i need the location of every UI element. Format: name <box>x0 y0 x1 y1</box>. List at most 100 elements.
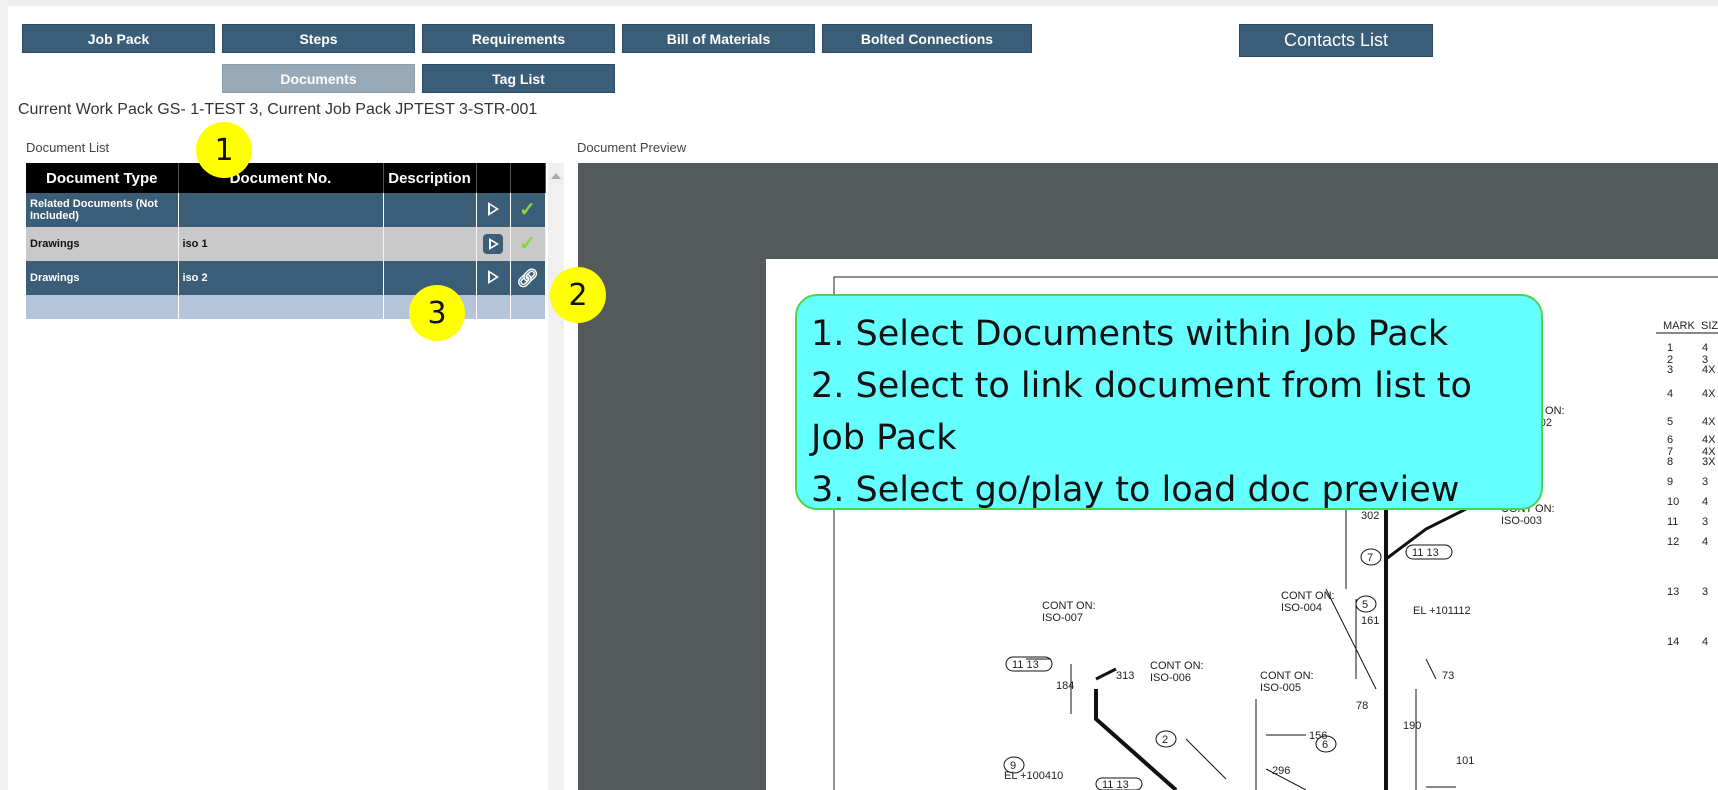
checkmark-icon: ✓ <box>519 233 536 255</box>
table-header-row: Document Type Document No. Description <box>26 163 546 193</box>
play-button[interactable] <box>476 227 511 261</box>
bom-mark-header: MARK <box>1663 320 1695 332</box>
drawing-dimension: 296 <box>1272 765 1290 777</box>
play-button[interactable] <box>476 193 511 227</box>
bom-size: 4 <box>1702 342 1708 354</box>
bom-size: 3 <box>1702 586 1708 598</box>
bom-size: 4 <box>1702 536 1708 548</box>
table-row[interactable]: Drawings iso 2 🔗︎ <box>26 261 546 295</box>
drawing-tag: 11 13 <box>1102 779 1129 790</box>
drawing-label: CONT ON: <box>1150 660 1204 672</box>
instruction-line-3: Job Pack <box>811 418 957 458</box>
column-header-status <box>510 163 546 193</box>
nav-job-pack-label: Job Pack <box>87 30 150 47</box>
bom-size: 3 <box>1702 476 1708 488</box>
nav-documents-button[interactable]: Documents <box>222 64 415 93</box>
step-marker-2: 2 <box>550 267 606 323</box>
drawing-label: ISO-006 <box>1150 672 1191 684</box>
column-header-document-type[interactable]: Document Type <box>26 163 179 193</box>
window-left-border <box>0 0 8 790</box>
scroll-up-arrow-icon[interactable] <box>551 173 561 179</box>
cell-document-type: Related Documents (Not Included) <box>26 193 179 227</box>
checkmark-icon: ✓ <box>519 199 536 221</box>
instruction-callout: 1. Select Documents within Job Pack 2. S… <box>795 294 1543 510</box>
drawing-label: ISO-004 <box>1281 602 1322 614</box>
bom-mark: 9 <box>1667 476 1673 488</box>
bom-rows: 1 42 33 4X4 4X5 4X6 4X7 4X8 3X9 310 411 312 413 314 4 <box>1667 342 1716 648</box>
table-row[interactable]: Related Documents (Not Included) ✓ <box>26 193 546 227</box>
document-list-table: Document Type Document No. Description R… <box>26 163 546 319</box>
drawing-dimension: 313 <box>1116 670 1134 682</box>
drawing-dimension: 161 <box>1361 615 1379 627</box>
bom-mark: 5 <box>1667 416 1673 428</box>
bom-mark: 6 <box>1667 434 1673 446</box>
drawing-dimension: 101 <box>1456 755 1474 767</box>
drawing-label: ISO-003 <box>1501 515 1542 527</box>
bom-mark: 14 <box>1667 636 1679 648</box>
bom-mark: 12 <box>1667 536 1679 548</box>
drawing-label: CONT ON: <box>1281 590 1335 602</box>
nav-tag-list-button[interactable]: Tag List <box>422 64 615 93</box>
drawing-dimension: 73 <box>1442 670 1454 682</box>
nav-requirements-button[interactable]: Requirements <box>422 24 615 53</box>
drawing-label: CONT ON: <box>1042 600 1096 612</box>
drawing-tag: 11 13 <box>1012 659 1039 671</box>
cell-description <box>383 193 477 227</box>
link-toggle-button[interactable]: 🔗︎ <box>510 261 546 295</box>
column-header-description[interactable]: Description <box>383 163 477 193</box>
bom-mark: 1 <box>1667 342 1673 354</box>
window-top-border <box>0 0 1718 6</box>
instruction-line-1: 1. Select Documents within Job Pack <box>811 314 1449 354</box>
bom-size: 3X <box>1702 456 1716 468</box>
cell-document-no <box>178 193 384 227</box>
cell-description <box>383 227 477 261</box>
document-list-label: Document List <box>26 140 110 155</box>
drawing-label: ISO-007 <box>1042 612 1083 624</box>
cell-document-type: Drawings <box>26 227 179 261</box>
bom-size: 4X <box>1702 388 1716 400</box>
drawing-dimension: 78 <box>1356 700 1368 712</box>
play-icon <box>487 269 499 284</box>
step-marker-3: 3 <box>409 285 465 341</box>
nav-bill-of-materials-label: Bill of Materials <box>666 30 771 47</box>
play-button[interactable] <box>476 261 511 295</box>
nav-contacts-list-button[interactable]: Contacts List <box>1239 24 1433 57</box>
bom-size: 4 <box>1702 496 1708 508</box>
play-icon <box>483 234 503 254</box>
nav-steps-label: Steps <box>299 30 338 47</box>
nav-steps-button[interactable]: Steps <box>222 24 415 53</box>
column-header-play <box>476 163 511 193</box>
bom-size-header: SIZ <box>1701 320 1718 332</box>
drawing-label: EL +101112 <box>1413 605 1471 617</box>
current-pack-context: Current Work Pack GS- 1-TEST 3, Current … <box>18 101 538 118</box>
bom-size: 3 <box>1702 516 1708 528</box>
table-row[interactable]: Drawings iso 1 ✓ <box>26 227 546 261</box>
nav-tag-list-label: Tag List <box>492 70 545 87</box>
bom-mark: 4 <box>1667 388 1673 400</box>
link-toggle-button[interactable]: ✓ <box>510 193 546 227</box>
drawing-mark: 7 <box>1367 552 1373 564</box>
cell-document-no: iso 2 <box>178 261 384 295</box>
bom-size: 4X <box>1702 416 1716 428</box>
cell-document-no: iso 1 <box>178 227 384 261</box>
bom-mark: 11 <box>1667 516 1678 528</box>
bom-size: 4 <box>1702 636 1708 648</box>
drawing-mark: 5 <box>1362 599 1368 611</box>
bom-mark: 13 <box>1667 586 1679 598</box>
drawing-label: EL +100410 <box>1004 770 1063 782</box>
nav-bill-of-materials-button[interactable]: Bill of Materials <box>622 24 815 53</box>
bom-mark: 8 <box>1667 456 1673 468</box>
instruction-line-2: 2. Select to link document from list to <box>811 366 1472 406</box>
link-toggle-button[interactable]: ✓ <box>510 227 546 261</box>
nav-contacts-list-label: Contacts List <box>1283 30 1389 50</box>
drawing-label: ISO-005 <box>1260 682 1301 694</box>
drawing-tag: 11 13 <box>1412 547 1439 559</box>
nav-bolted-connections-button[interactable]: Bolted Connections <box>822 24 1032 53</box>
nav-bolted-connections-label: Bolted Connections <box>860 30 994 47</box>
document-list-scrollbar[interactable] <box>548 163 564 790</box>
nav-job-pack-button[interactable]: Job Pack <box>22 24 215 53</box>
document-preview-label: Document Preview <box>577 140 687 155</box>
bom-size: 4X <box>1702 364 1716 376</box>
table-row-empty <box>26 295 546 319</box>
bom-size: 4X <box>1702 434 1716 446</box>
